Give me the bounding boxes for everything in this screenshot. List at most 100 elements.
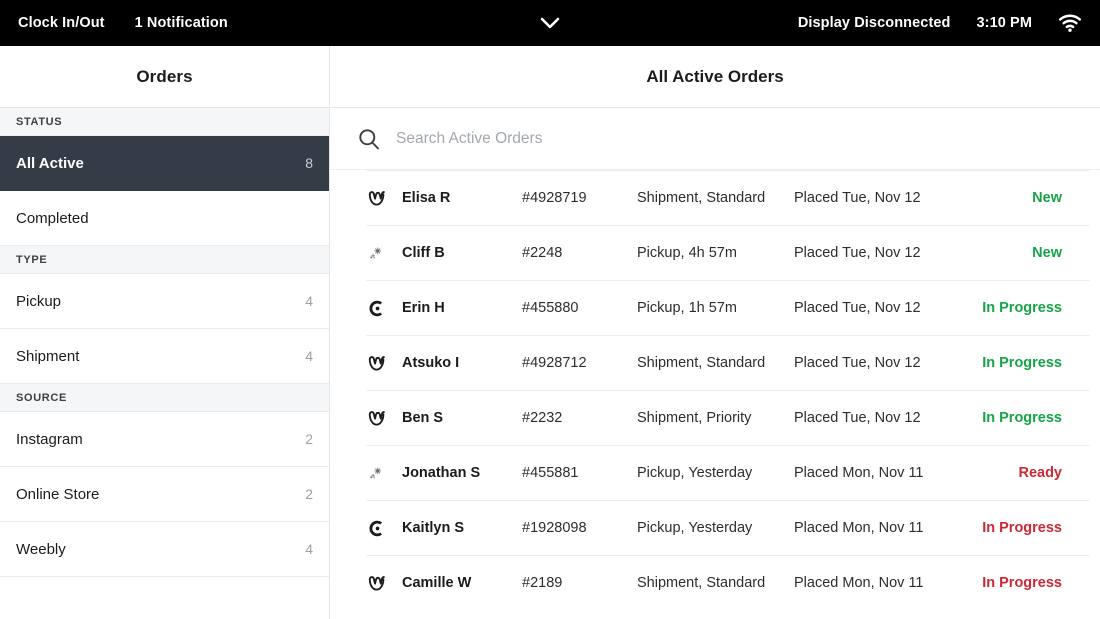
sidebar-item-shipment[interactable]: Shipment 4 [0,329,329,384]
order-status-badge: In Progress [964,300,1090,316]
order-id: #455881 [522,465,637,481]
order-status-badge: In Progress [964,520,1090,536]
order-fulfillment: Shipment, Standard [637,355,794,371]
page-body: Orders STATUSAll Active8CompletedTYPEPic… [0,46,1100,619]
order-fulfillment: Pickup, Yesterday [637,520,794,536]
order-id: #455880 [522,300,637,316]
sidebar-header: Orders [0,46,329,108]
order-status-badge: New [964,245,1090,261]
sidebar-item-label: Completed [16,210,89,227]
notification-button[interactable]: 1 Notification [135,15,228,31]
order-id: #4928712 [522,355,637,371]
instagram-sparkle-icon [366,243,402,264]
order-fulfillment: Pickup, 4h 57m [637,245,794,261]
order-placed-date: Placed Tue, Nov 12 [794,355,964,371]
order-customer-name: Jonathan S [402,465,522,481]
sidebar-section-heading: TYPE [0,246,329,274]
order-row[interactable]: Erin H#455880Pickup, 1h 57mPlaced Tue, N… [366,280,1090,335]
order-status-badge: In Progress [964,355,1090,371]
sidebar-item-completed[interactable]: Completed [0,191,329,246]
sidebar-item-label: All Active [16,155,84,172]
clock-in-out-button[interactable]: Clock In/Out [18,15,105,31]
top-status-bar: Clock In/Out 1 Notification Display Disc… [0,0,1100,46]
order-fulfillment: Shipment, Priority [637,410,794,426]
sidebar-item-label: Pickup [16,293,61,310]
orders-table: Elisa R#4928719Shipment, StandardPlaced … [330,170,1100,619]
orders-sidebar: Orders STATUSAll Active8CompletedTYPEPic… [0,46,330,619]
sidebar-item-count: 2 [305,431,313,447]
order-fulfillment: Pickup, Yesterday [637,465,794,481]
order-customer-name: Kaitlyn S [402,520,522,536]
order-fulfillment: Pickup, 1h 57m [637,300,794,316]
order-status-badge: In Progress [964,410,1090,426]
sidebar-item-label: Instagram [16,431,83,448]
order-row[interactable]: Cliff B#2248Pickup, 4h 57mPlaced Tue, No… [366,225,1090,280]
order-row[interactable]: Elisa R#4928719Shipment, StandardPlaced … [366,170,1090,225]
order-placed-date: Placed Mon, Nov 11 [794,575,964,591]
weebly-w-icon [366,573,402,594]
sidebar-filter-list: STATUSAll Active8CompletedTYPEPickup4Shi… [0,108,329,577]
page-title: All Active Orders [646,67,783,87]
sidebar-item-count: 4 [305,541,313,557]
topbar-left-group: Clock In/Out 1 Notification [18,15,228,31]
weebly-w-icon [366,408,402,429]
sidebar-item-count: 8 [305,155,313,171]
sidebar-item-count: 2 [305,486,313,502]
sidebar-item-label: Weebly [16,541,66,558]
order-id: #4928719 [522,190,637,206]
order-placed-date: Placed Tue, Nov 12 [794,245,964,261]
instagram-sparkle-icon [366,463,402,484]
order-fulfillment: Shipment, Standard [637,190,794,206]
order-id: #2248 [522,245,637,261]
clock-time-label: 3:10 PM [977,15,1033,31]
order-status-badge: In Progress [964,575,1090,591]
search-bar[interactable] [330,108,1100,170]
order-id: #1928098 [522,520,637,536]
sidebar-item-count: 4 [305,348,313,364]
main-header: All Active Orders [330,46,1100,108]
order-customer-name: Ben S [402,410,522,426]
order-row[interactable]: Kaitlyn S#1928098Pickup, YesterdayPlaced… [366,500,1090,555]
order-row[interactable]: Jonathan S#455881Pickup, YesterdayPlaced… [366,445,1090,500]
order-placed-date: Placed Tue, Nov 12 [794,300,964,316]
sidebar-item-count: 4 [305,293,313,309]
order-customer-name: Camille W [402,575,522,591]
chevron-down-icon[interactable] [533,6,567,40]
online-store-c-icon [366,298,402,319]
weebly-w-icon [366,353,402,374]
order-customer-name: Erin H [402,300,522,316]
sidebar-title: Orders [136,67,192,87]
sidebar-section-heading: SOURCE [0,384,329,412]
order-customer-name: Atsuko I [402,355,522,371]
sidebar-item-weebly[interactable]: Weebly 4 [0,522,329,577]
topbar-right-group: Display Disconnected 3:10 PM [798,14,1082,32]
order-row[interactable]: Camille W#2189Shipment, StandardPlaced M… [366,555,1090,610]
order-id: #2232 [522,410,637,426]
sidebar-item-online-store[interactable]: Online Store 2 [0,467,329,522]
order-status-badge: Ready [964,465,1090,481]
order-placed-date: Placed Tue, Nov 12 [794,190,964,206]
sidebar-section-heading: STATUS [0,108,329,136]
display-status-label: Display Disconnected [798,15,951,31]
order-placed-date: Placed Mon, Nov 11 [794,520,964,536]
order-row[interactable]: Ben S#2232Shipment, PriorityPlaced Tue, … [366,390,1090,445]
order-row[interactable]: Atsuko I#4928712Shipment, StandardPlaced… [366,335,1090,390]
orders-main-panel: All Active Orders Elisa R#4928719Shipmen… [330,46,1100,619]
online-store-c-icon [366,518,402,539]
order-placed-date: Placed Mon, Nov 11 [794,465,964,481]
weebly-w-icon [366,188,402,209]
order-customer-name: Cliff B [402,245,522,261]
order-id: #2189 [522,575,637,591]
sidebar-item-label: Shipment [16,348,79,365]
sidebar-item-pickup[interactable]: Pickup 4 [0,274,329,329]
order-customer-name: Elisa R [402,190,522,206]
search-input[interactable] [396,130,1076,148]
sidebar-item-label: Online Store [16,486,99,503]
sidebar-item-instagram[interactable]: Instagram 2 [0,412,329,467]
order-fulfillment: Shipment, Standard [637,575,794,591]
sidebar-item-all-active[interactable]: All Active 8 [0,136,329,191]
search-icon [358,128,380,150]
order-placed-date: Placed Tue, Nov 12 [794,410,964,426]
order-status-badge: New [964,190,1090,206]
wifi-icon [1058,14,1082,32]
